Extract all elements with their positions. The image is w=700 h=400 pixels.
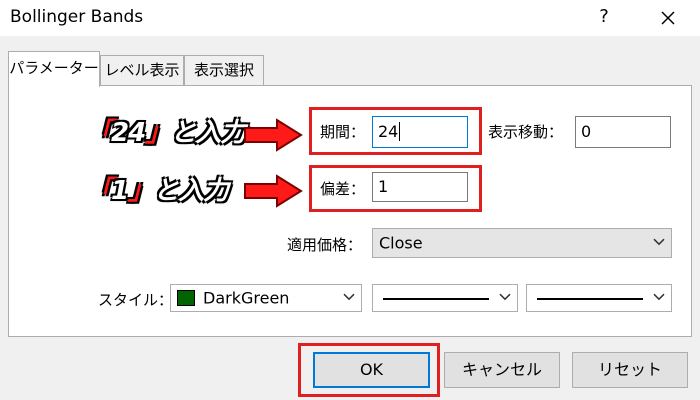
ok-highlight xyxy=(298,343,440,397)
shift-label: 表示移動： xyxy=(488,123,564,141)
chevron-down-icon xyxy=(499,289,511,305)
style-color-select[interactable]: DarkGreen xyxy=(170,284,362,312)
style-label: スタイル： xyxy=(98,291,174,309)
apply-price-label: 適用価格： xyxy=(287,236,363,254)
tab-level-display[interactable]: レベル表示 xyxy=(100,55,184,85)
shift-input[interactable]: 0 xyxy=(575,116,671,148)
chevron-down-icon xyxy=(653,234,665,250)
deviation-annotation-number: 1 xyxy=(111,176,129,206)
deviation-annotation-text: と入力 xyxy=(153,176,229,206)
period-highlight xyxy=(309,107,482,155)
help-button[interactable]: ? xyxy=(588,2,620,32)
close-button[interactable] xyxy=(648,2,688,32)
line-width-select[interactable] xyxy=(526,284,672,312)
line-style-preview-icon xyxy=(383,298,489,300)
apply-price-value: Close xyxy=(379,233,423,253)
line-width-preview-icon xyxy=(537,298,643,300)
reset-button[interactable]: リセット xyxy=(572,352,688,388)
style-color-value: DarkGreen xyxy=(203,288,290,308)
window-title: Bollinger Bands xyxy=(10,7,144,27)
cancel-button[interactable]: キャンセル xyxy=(444,352,560,388)
arrow-right-icon xyxy=(244,174,303,208)
chevron-down-icon xyxy=(343,289,355,305)
period-annotation-text: と入力 xyxy=(170,118,246,148)
period-annotation-number: 24 xyxy=(111,118,146,148)
arrow-right-icon xyxy=(244,118,303,152)
apply-price-select[interactable]: Close xyxy=(372,228,672,258)
chevron-down-icon xyxy=(653,289,665,305)
close-icon xyxy=(661,10,675,25)
period-annotation: 「24」と入力 xyxy=(86,118,246,148)
deviation-annotation: 「1」と入力 xyxy=(86,176,229,206)
color-swatch-icon xyxy=(177,290,195,306)
title-bar: Bollinger Bands ? xyxy=(0,0,700,36)
deviation-highlight xyxy=(309,165,482,212)
tab-parameters[interactable]: パラメーター xyxy=(8,51,100,87)
line-style-select[interactable] xyxy=(372,284,518,312)
tab-display-selection[interactable]: 表示選択 xyxy=(184,55,264,85)
